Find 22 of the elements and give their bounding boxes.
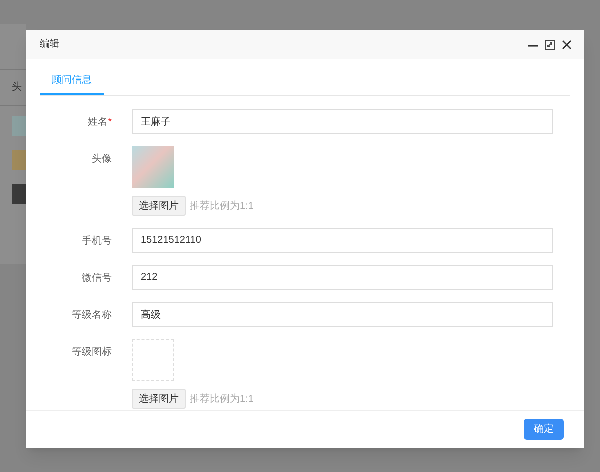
text-field[interactable]: 王麻子 — [132, 109, 553, 134]
hint-text: 推荐比例为1:1 — [190, 200, 254, 214]
photo-placeholder — [12, 150, 26, 170]
hint-text: 推荐比例为1:1 — [190, 392, 254, 406]
field-label: 等级名称 — [72, 309, 112, 323]
field-label: 微信号 — [82, 272, 112, 286]
choose-image-button[interactable]: 选择图片 — [132, 389, 186, 409]
choose-image-button[interactable]: 选择图片 — [132, 196, 186, 216]
maximize-icon[interactable] — [545, 40, 555, 50]
text-field[interactable]: 15121512110 — [132, 228, 553, 253]
close-icon[interactable] — [562, 40, 572, 50]
required-mark: * — [108, 116, 112, 130]
text-field[interactable]: 212 — [132, 265, 553, 290]
column-header: 头 — [12, 80, 22, 95]
field-label: 手机号 — [82, 234, 112, 249]
photo-placeholder — [12, 116, 26, 136]
photo-placeholder — [12, 184, 26, 204]
field-label: 头像 — [92, 152, 112, 167]
text-field[interactable]: 高级 — [132, 302, 553, 327]
field-label: 姓名 — [88, 116, 108, 130]
dialog-title: 编辑 — [40, 38, 60, 52]
field-label: 等级图标 — [72, 346, 112, 360]
